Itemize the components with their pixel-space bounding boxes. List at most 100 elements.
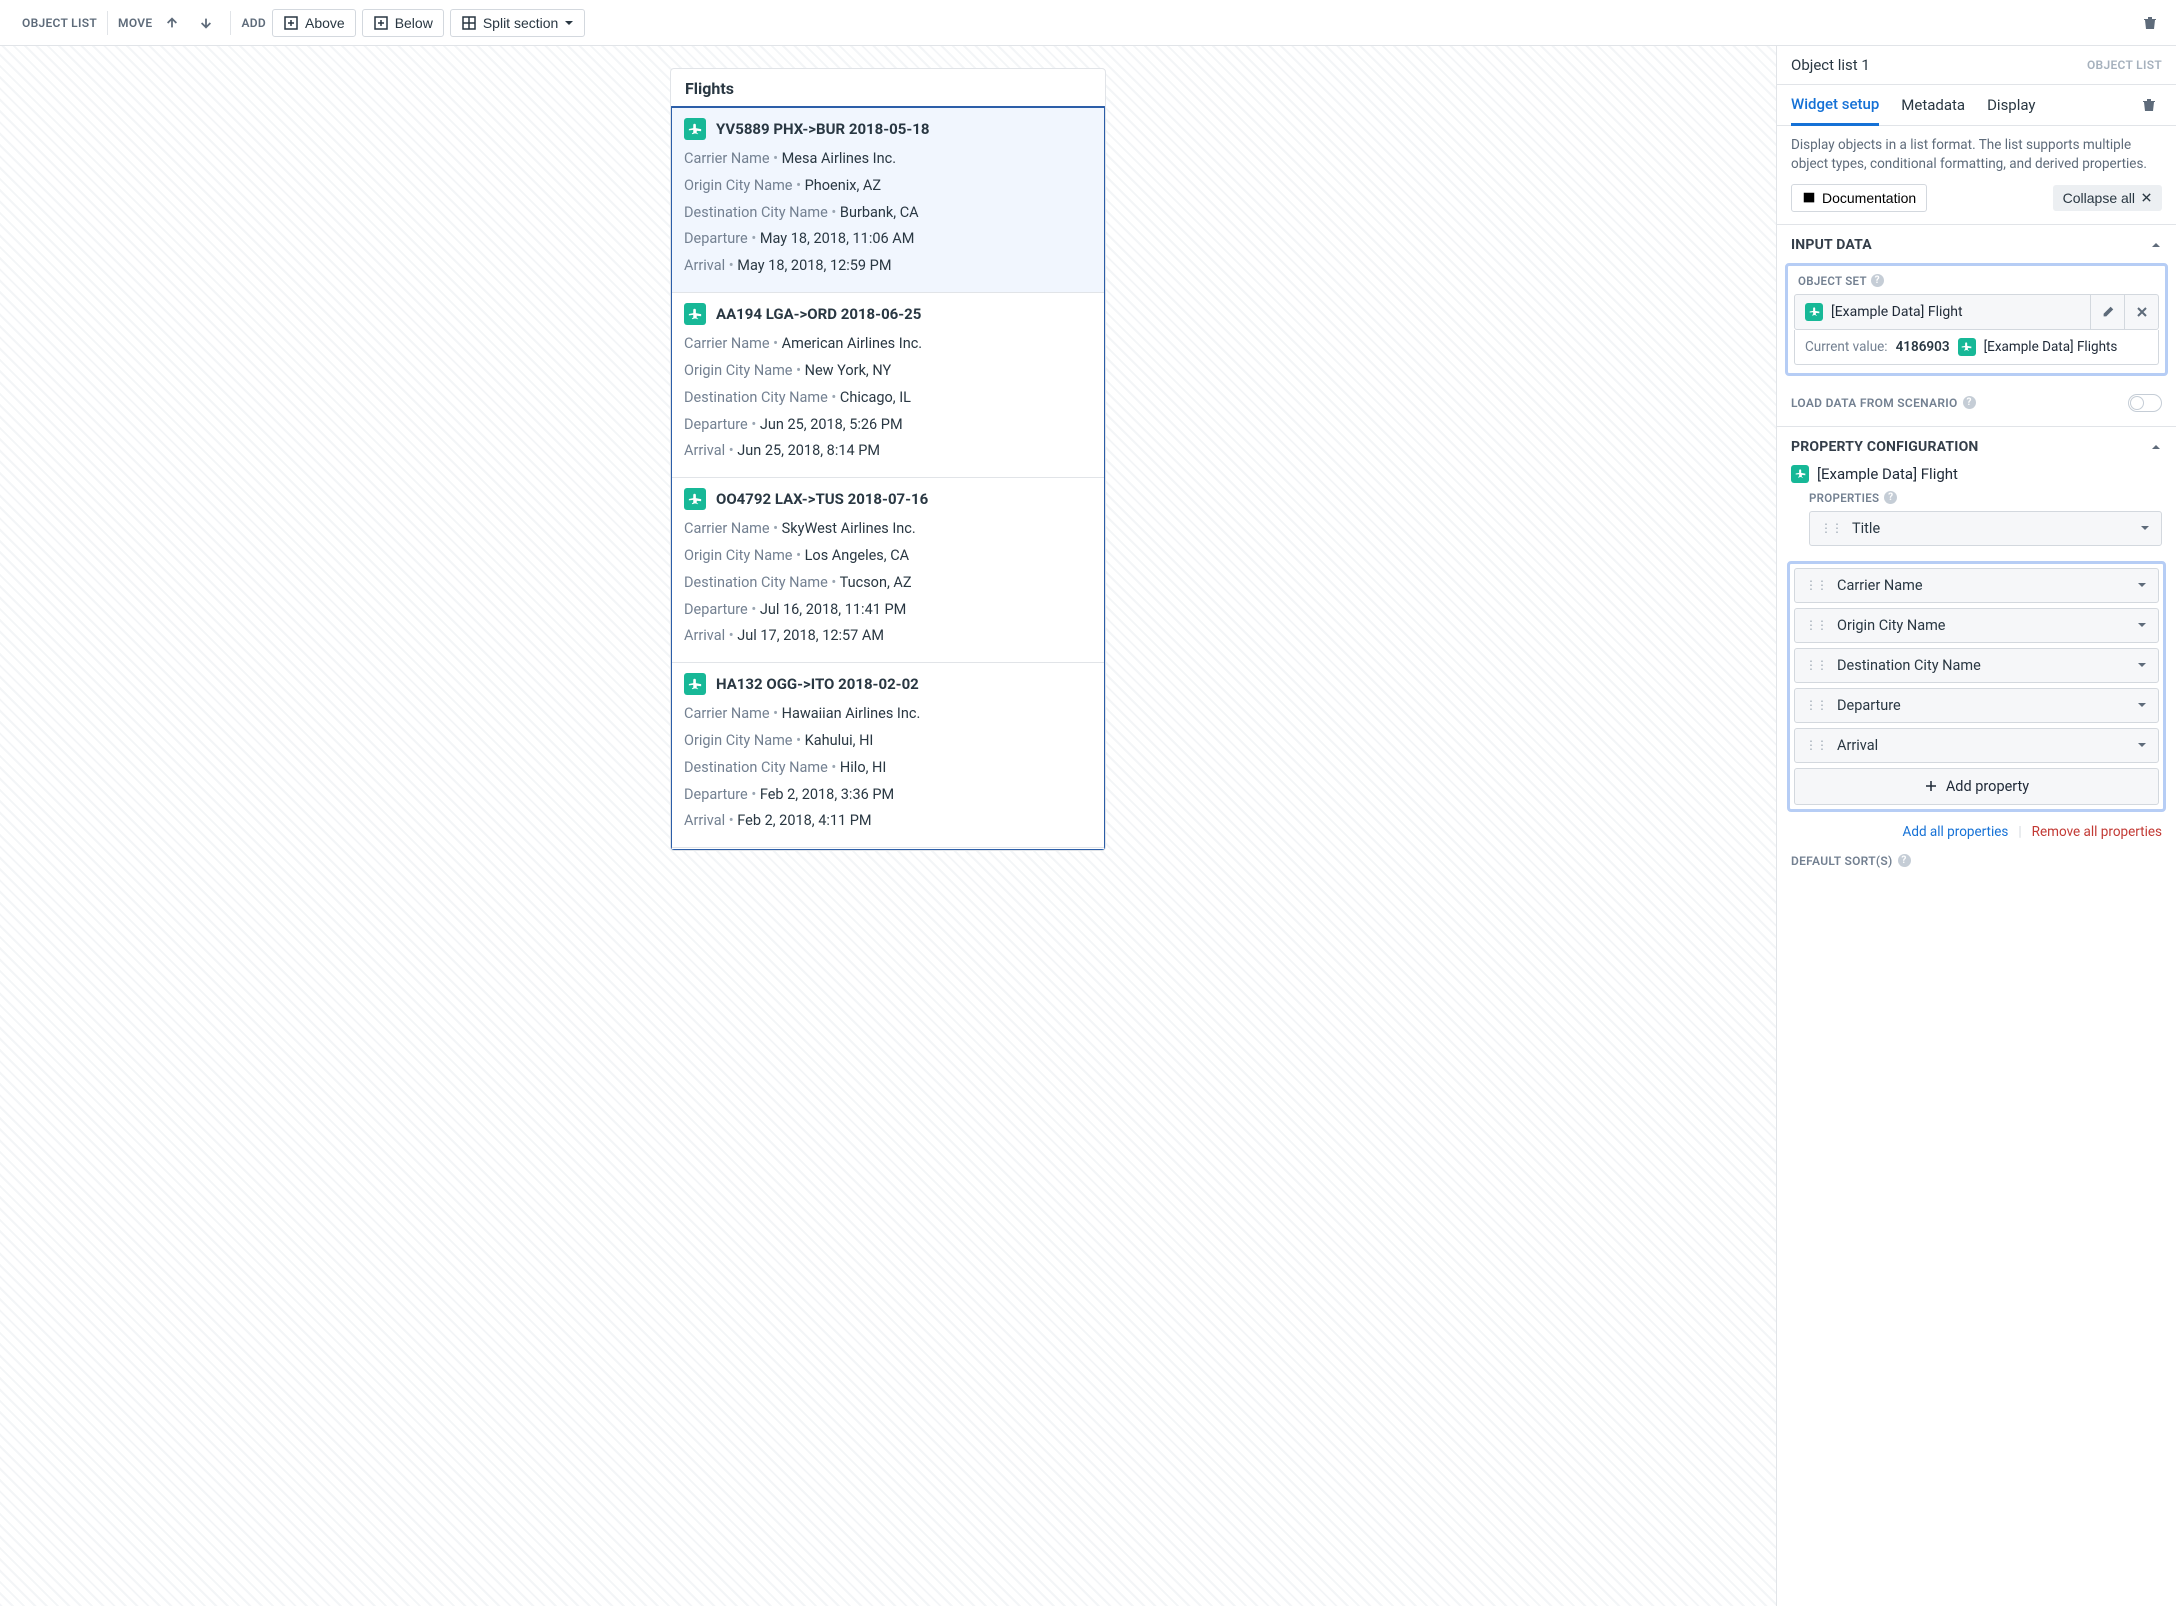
trash-icon [2142,15,2158,31]
property-row[interactable]: ⋮⋮Departure [1794,688,2159,723]
help-icon[interactable]: ? [1871,274,1884,287]
flight-property: Destination City Name • Chicago, IL [684,385,1092,412]
toolbar-move-label: MOVE [118,16,152,30]
chevron-down-icon [2136,659,2148,671]
drag-handle-icon[interactable]: ⋮⋮ [1805,618,1827,632]
chevron-down-icon [2136,739,2148,751]
chevron-down-icon [2139,522,2151,534]
plane-icon [684,303,706,325]
delete-button[interactable] [2136,9,2164,37]
properties-label: PROPERTIES ? [1809,491,2162,505]
chevron-down-icon [2136,579,2148,591]
widget-title: Flights [671,69,1105,106]
flight-list: YV5889 PHX->BUR 2018-05-18 Carrier Name •… [670,106,1106,851]
prop-config-type: [Example Data] Flight [1817,465,1958,483]
tab-display[interactable]: Display [1987,86,2035,124]
flight-item[interactable]: YV5889 PHX->BUR 2018-05-18Carrier Name •… [672,108,1104,293]
property-row[interactable]: ⋮⋮Carrier Name [1794,568,2159,603]
flight-property: Carrier Name • Hawaiian Airlines Inc. [684,701,1092,728]
toolbar-add-label: ADD [241,16,266,30]
move-down-button[interactable] [192,9,220,37]
flight-title: AA194 LGA->ORD 2018-06-25 [716,305,921,323]
flight-property: Departure • Jun 25, 2018, 5:26 PM [684,412,1092,439]
drag-handle-icon[interactable]: ⋮⋮ [1820,521,1842,535]
arrow-up-icon [165,16,179,30]
object-list-widget[interactable]: Flights YV5889 PHX->BUR 2018-05-18 Carrie… [670,68,1106,851]
tab-metadata[interactable]: Metadata [1901,86,1965,124]
add-all-properties-link[interactable]: Add all properties [1903,824,2009,840]
flight-property: Arrival • Jun 25, 2018, 8:14 PM [684,438,1092,465]
flight-item[interactable]: AA194 LGA->ORD 2018-06-25 Carrier Name • … [672,293,1104,478]
collapse-all-button[interactable]: Collapse all [2053,185,2162,211]
canvas: Flights YV5889 PHX->BUR 2018-05-18 Carrie… [0,46,1776,1606]
load-scenario-label: LOAD DATA FROM SCENARIO ? [1791,396,1976,410]
chevron-up-icon [2150,441,2162,453]
flight-property: Origin City Name • Los Angeles, CA [684,543,1092,570]
description-text: Display objects in a list format. The li… [1777,126,2176,184]
section-property-config[interactable]: PROPERTY CONFIGURATION [1777,426,2176,465]
flight-title: OO4792 LAX->TUS 2018-07-16 [716,490,928,508]
trash-icon [2141,97,2157,113]
add-below-icon [373,15,389,31]
main-area: Flights YV5889 PHX->BUR 2018-05-18 Carrie… [0,46,2176,1606]
chevron-up-icon [2150,239,2162,251]
tabs: Widget setup Metadata Display [1777,85,2176,126]
flight-title: YV5889 PHX->BUR 2018-05-18 [716,120,930,138]
load-scenario-toggle[interactable] [2128,394,2162,412]
drag-handle-icon[interactable]: ⋮⋮ [1805,578,1827,592]
drag-handle-icon[interactable]: ⋮⋮ [1805,658,1827,672]
flight-property: Origin City Name • New York, NY [684,358,1092,385]
section-input-data[interactable]: INPUT DATA [1777,224,2176,263]
top-toolbar: OBJECT LIST MOVE ADD Above Below Split s… [0,0,2176,46]
close-icon [2136,306,2148,318]
add-above-button[interactable]: Above [272,9,356,37]
chevron-down-icon [2136,619,2148,631]
flight-property: Origin City Name • Phoenix, AZ [684,173,1092,200]
sidebar-delete-button[interactable] [2136,92,2162,118]
property-row[interactable]: ⋮⋮Destination City Name [1794,648,2159,683]
object-set-label: OBJECT SET ? [1794,272,2159,294]
flight-property: Departure • Jul 16, 2018, 11:41 PM [684,597,1092,624]
drag-handle-icon[interactable]: ⋮⋮ [1805,698,1827,712]
properties-highlight: ⋮⋮Carrier Name ⋮⋮Origin City Name ⋮⋮Destin… [1787,561,2166,812]
flight-property: Destination City Name • Tucson, AZ [684,570,1092,597]
add-below-button[interactable]: Below [362,9,444,37]
help-icon[interactable]: ? [1898,854,1911,867]
plane-icon [1791,465,1809,483]
edit-object-set-button[interactable] [2090,295,2124,329]
clear-object-set-button[interactable] [2124,295,2158,329]
help-icon[interactable]: ? [1884,491,1897,504]
tab-widget-setup[interactable]: Widget setup [1791,85,1879,126]
plane-icon [1805,303,1823,321]
toolbar-object-list-label: OBJECT LIST [22,16,97,30]
flight-item[interactable]: HA132 OGG->ITO 2018-02-02 Carrier Name • … [672,663,1104,848]
flight-property: Departure • Feb 2, 2018, 3:36 PM [684,782,1092,809]
flight-property: Arrival • Jul 17, 2018, 12:57 AM [684,623,1092,650]
property-row[interactable]: ⋮⋮Arrival [1794,728,2159,763]
documentation-button[interactable]: Documentation [1791,184,1927,212]
object-set-selector: [Example Data] Flight [1794,294,2159,330]
property-row[interactable]: ⋮⋮Origin City Name [1794,608,2159,643]
drag-handle-icon[interactable]: ⋮⋮ [1805,738,1827,752]
plane-icon [684,118,706,140]
sidebar-type-label: OBJECT LIST [2087,58,2162,72]
sidebar: Object list 1 OBJECT LIST Widget setup M… [1776,46,2176,1606]
flight-property: Arrival • Feb 2, 2018, 4:11 PM [684,808,1092,835]
split-section-button[interactable]: Split section [450,9,585,37]
property-row-title[interactable]: ⋮⋮ Title [1809,511,2162,546]
plus-icon [1924,779,1938,793]
flight-property: Carrier Name • American Airlines Inc. [684,331,1092,358]
pencil-icon [2101,305,2115,319]
chevron-down-icon [564,18,574,28]
flight-property: Destination City Name • Burbank, CA [684,200,1092,227]
move-up-button[interactable] [158,9,186,37]
flight-title: HA132 OGG->ITO 2018-02-02 [716,675,919,693]
book-icon [1802,191,1816,205]
add-above-icon [283,15,299,31]
remove-all-properties-link[interactable]: Remove all properties [2032,824,2162,840]
flight-item[interactable]: OO4792 LAX->TUS 2018-07-16Carrier Name •… [672,478,1104,663]
close-icon [2141,192,2152,203]
flight-property: Arrival • May 18, 2018, 12:59 PM [684,253,1092,280]
add-property-button[interactable]: Add property [1794,768,2159,805]
help-icon[interactable]: ? [1963,396,1976,409]
